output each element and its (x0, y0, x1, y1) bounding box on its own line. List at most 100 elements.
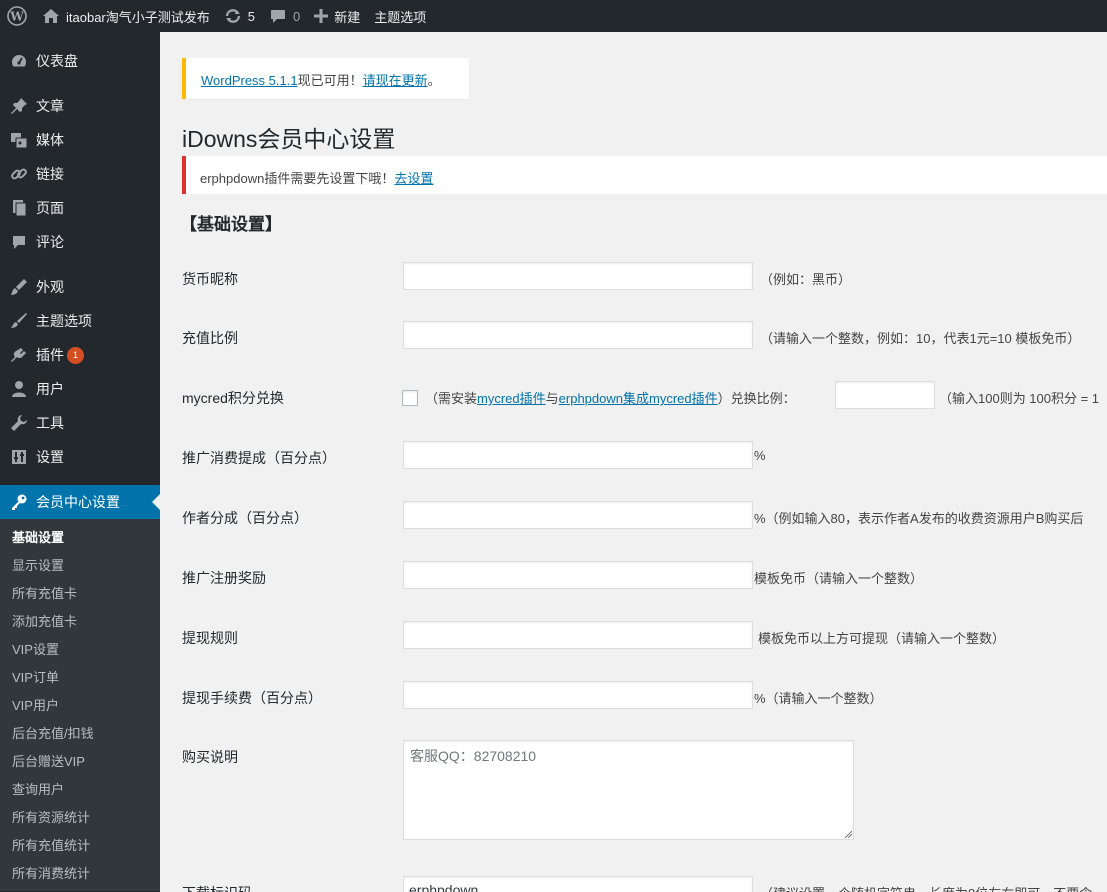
menu-dashboard[interactable]: 仪表盘 (0, 44, 160, 78)
submenu-all-cards[interactable]: 所有充值卡 (0, 580, 160, 608)
reg-input[interactable] (403, 561, 753, 589)
submenu-basic-settings[interactable]: 基础设置 (0, 524, 160, 552)
admin-sidebar: 仪表盘 文章 媒体 链接 页面 评论 外观 主题选项 插件 1 用户 工具 设置… (0, 32, 160, 892)
form-row-author: 作者分成（百分点） %（例如输入80，表示作者A发布的收费资源用户B购买后 (182, 501, 1107, 531)
fee-input[interactable] (403, 681, 753, 709)
section-heading: 【基础设置】 (180, 215, 282, 234)
new-label: 新建 (334, 9, 361, 25)
form-row-reg: 推广注册奖励 模板免币（请输入一个整数） (182, 561, 1107, 591)
user-icon (9, 379, 29, 399)
code-input[interactable] (403, 876, 753, 892)
form-row-mycred: mycred积分兑换 （需安装mycred插件与erphpdown集成mycre… (182, 381, 1107, 411)
settings-icon (9, 447, 29, 467)
menu-label: 仪表盘 (36, 53, 78, 69)
mycred-desc: （需安装mycred插件与erphpdown集成mycred插件）兑换比例： (425, 391, 796, 406)
buy-label: 购买说明 (182, 749, 238, 765)
menu-tools[interactable]: 工具 (0, 406, 160, 440)
wordpress-version-link[interactable]: WordPress 5.1.1 (201, 73, 298, 88)
fee-desc: %（请输入一个整数） (754, 691, 883, 706)
menu-appearance[interactable]: 外观 (0, 270, 160, 304)
submenu-vip-orders[interactable]: VIP订单 (0, 664, 160, 692)
error-notice-text: erphpdown插件需要先设置下哦！ (200, 171, 395, 186)
site-name-link[interactable]: itaobar淘气小子测试发布 (35, 0, 217, 32)
mycred-plugin-link[interactable]: mycred插件 (477, 391, 546, 406)
updates-link[interactable]: 5 (217, 0, 262, 32)
submenu-recharge-stats[interactable]: 所有充值统计 (0, 832, 160, 860)
currency-input[interactable] (403, 262, 753, 290)
menu-posts[interactable]: 文章 (0, 89, 160, 123)
update-now-link[interactable]: 请现在更新 (363, 73, 428, 88)
menu-label: 外观 (36, 279, 64, 295)
menu-label: 会员中心设置 (36, 494, 120, 510)
author-desc: %（例如输入80，表示作者A发布的收费资源用户B购买后 (754, 511, 1084, 526)
wordpress-logo-icon[interactable]: W (0, 0, 35, 32)
buy-textarea[interactable]: 客服QQ：82708210 (403, 740, 854, 840)
ratio-input[interactable] (403, 321, 753, 349)
menu-users[interactable]: 用户 (0, 372, 160, 406)
resize-grip-icon[interactable] (844, 830, 852, 838)
comments-count: 0 (292, 8, 301, 24)
code-desc: （建议设置一个随机字符串，长度为8位左右即可，不要含 (760, 883, 1092, 892)
wrench-icon (9, 413, 29, 433)
author-label: 作者分成（百分点） (182, 510, 308, 526)
new-content-link[interactable]: 新建 (307, 0, 367, 32)
menu-theme-options[interactable]: 主题选项 (0, 304, 160, 338)
form-row-withdraw: 提现规则 模板免币以上方可提现（请输入一个整数） (182, 621, 1107, 651)
menu-links[interactable]: 链接 (0, 157, 160, 191)
submenu-display-settings[interactable]: 显示设置 (0, 552, 160, 580)
theme-options-label: 主题选项 (374, 9, 427, 25)
menu-pages[interactable]: 页面 (0, 191, 160, 225)
plugin-update-badge: 1 (67, 346, 84, 364)
menu-comments[interactable]: 评论 (0, 225, 160, 259)
submenu-backend-recharge[interactable]: 后台充值/扣钱 (0, 720, 160, 748)
page-title: iDowns会员中心设置 (182, 126, 396, 152)
fee-label: 提现手续费（百分点） (182, 690, 322, 706)
mycred-label: mycred积分兑换 (182, 390, 284, 406)
menu-settings[interactable]: 设置 (0, 440, 160, 474)
form-row-fee: 提现手续费（百分点） %（请输入一个整数） (182, 681, 1107, 711)
submenu-query-user[interactable]: 查询用户 (0, 776, 160, 804)
comment-bubble-icon (269, 8, 287, 24)
menu-label: 文章 (36, 98, 64, 114)
submenu-vip-users[interactable]: VIP用户 (0, 692, 160, 720)
submenu-gift-vip[interactable]: 后台赠送VIP (0, 748, 160, 776)
menu-member-center[interactable]: 会员中心设置 (0, 485, 160, 519)
menu-plugins[interactable]: 插件 1 (0, 338, 160, 372)
author-input[interactable] (403, 501, 753, 529)
main-content: WordPress 5.1.1现已可用！请现在更新。 iDowns会员中心设置 … (160, 32, 1107, 892)
withdraw-desc: 模板免币以上方可提现（请输入一个整数） (758, 631, 1006, 646)
theme-options-link[interactable]: 主题选项 (367, 0, 433, 32)
withdraw-input[interactable] (403, 621, 753, 649)
mycred-ratio-input[interactable] (835, 381, 935, 409)
update-notice: WordPress 5.1.1现已可用！请现在更新。 (182, 58, 469, 99)
mycred-checkbox[interactable] (402, 390, 418, 406)
withdraw-label: 提现规则 (182, 630, 238, 646)
link-icon (9, 164, 29, 184)
submenu-resource-stats[interactable]: 所有资源统计 (0, 804, 160, 832)
menu-label: 用户 (36, 381, 64, 397)
menu-label: 插件 (36, 347, 64, 363)
erphpdown-mycred-link[interactable]: erphpdown集成mycred插件 (559, 391, 718, 406)
promo-label: 推广消费提成（百分点） (182, 450, 336, 466)
promo-input[interactable] (403, 441, 753, 469)
comment-icon (9, 232, 29, 252)
submenu-add-card[interactable]: 添加充值卡 (0, 608, 160, 636)
menu-media[interactable]: 媒体 (0, 123, 160, 157)
submenu-spend-stats[interactable]: 所有消费统计 (0, 860, 160, 888)
go-settings-link[interactable]: 去设置 (394, 171, 433, 186)
submenu-vip-settings[interactable]: VIP设置 (0, 636, 160, 664)
plus-icon (314, 9, 329, 23)
site-name: itaobar淘气小子测试发布 (66, 9, 210, 25)
form-row-buy: 购买说明 客服QQ：82708210 (182, 740, 1107, 842)
form-row-promo: 推广消费提成（百分点） % (182, 441, 1107, 471)
menu-label: 链接 (36, 166, 64, 182)
comments-link[interactable]: 0 (262, 0, 307, 32)
member-center-submenu: 基础设置 显示设置 所有充值卡 添加充值卡 VIP设置 VIP订单 VIP用户 … (0, 519, 160, 891)
menu-label: 设置 (36, 449, 64, 465)
menu-label: 主题选项 (36, 313, 92, 329)
admin-bar: W itaobar淘气小子测试发布 5 0 新建 主题选项 (0, 0, 1107, 32)
menu-label: 媒体 (36, 132, 64, 148)
pin-icon (9, 96, 29, 116)
currency-label: 货币昵称 (182, 271, 238, 287)
currency-desc: （例如：黑币） (760, 272, 852, 287)
